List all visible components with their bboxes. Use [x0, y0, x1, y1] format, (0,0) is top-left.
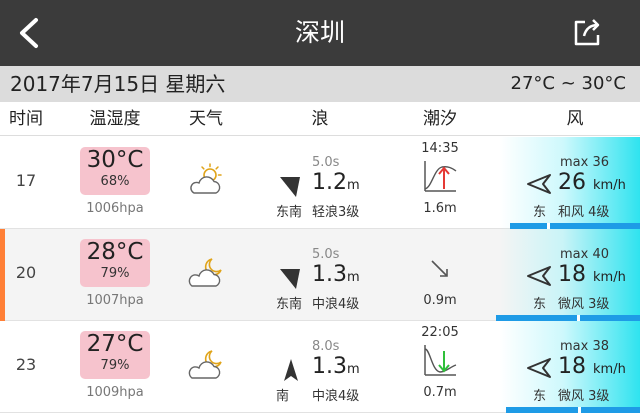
humidity: 68% — [100, 174, 130, 189]
wind-level: 微风 3级 — [558, 389, 610, 404]
wind-direction: 东 — [533, 389, 547, 404]
share-button[interactable] — [570, 16, 604, 50]
wind-level: 和风 4级 — [558, 205, 610, 220]
share-icon — [574, 19, 600, 46]
temp-humidity-badge: 30°C 68% — [80, 147, 150, 195]
wind-speed: 26 km/h — [558, 170, 626, 195]
tide-low-icon — [424, 345, 457, 376]
wave-direction-arrow-icon — [280, 177, 300, 197]
wave-height: 1.3m — [312, 354, 360, 379]
pressure: 1006hpa — [86, 201, 144, 216]
temperature: 28°C — [86, 239, 144, 265]
column-header: 时间 温湿度 天气 浪 潮汐 风 — [0, 102, 640, 136]
temperature: 27°C — [86, 331, 144, 357]
tide-time: 14:35 — [421, 141, 459, 156]
wave-direction-arrow-icon — [284, 359, 298, 381]
tide-time: 22:05 — [421, 325, 459, 340]
wave-period: 8.0s — [312, 339, 340, 354]
wind-level: 微风 3级 — [558, 297, 610, 312]
wave-direction-arrow-icon — [280, 269, 300, 289]
wave-period: 5.0s — [312, 155, 340, 170]
wind-bar — [506, 407, 640, 413]
wave-direction: 东南 — [276, 297, 303, 312]
wind-max: max 36 — [560, 155, 609, 170]
row-time: 23 — [15, 355, 37, 374]
forecast-row[interactable]: 17 30°C 68% 1006hpa 5.0s 1.2m 东南 轻浪3级 14… — [0, 137, 640, 229]
wave-period: 5.0s — [312, 247, 340, 262]
wind-direction-arrow-icon — [527, 174, 551, 194]
back-button[interactable] — [10, 12, 50, 54]
pressure: 1007hpa — [86, 293, 144, 308]
forecast-row[interactable]: 23 27°C 79% 1009hpa 8.0s 1.3m 南 中浪4级 22:… — [0, 321, 640, 413]
tide-height: 1.6m — [423, 201, 457, 216]
wind-direction: 东 — [533, 297, 547, 312]
forecast-row[interactable]: 20 28°C 79% 1007hpa 5.0s 1.3m 东南 中浪4级 0.… — [0, 229, 640, 321]
row-time: 17 — [15, 171, 37, 190]
wind-direction-arrow-icon — [527, 358, 551, 378]
wave-level: 轻浪3级 — [312, 205, 360, 220]
wind-max: max 40 — [560, 247, 609, 262]
sun-behind-cloud-icon — [190, 163, 222, 194]
date-bar: 2017年7月15日 星期六 27°C ~ 30°C — [0, 66, 640, 102]
humidity: 79% — [100, 266, 130, 281]
wind-speed: 18 km/h — [558, 262, 626, 287]
page-title: 深圳 — [294, 18, 345, 47]
column-temp-humidity: 温湿度 — [89, 109, 141, 129]
tide-height: 0.7m — [423, 385, 457, 400]
tide-rising-icon — [424, 161, 457, 192]
temperature-range: 27°C ~ 30°C — [510, 73, 626, 94]
wave-level: 中浪4级 — [312, 389, 360, 404]
column-wind: 风 — [566, 109, 584, 129]
temperature: 30°C — [86, 147, 144, 173]
row-time: 20 — [15, 263, 37, 282]
wind-bar-divider — [578, 407, 581, 413]
wave-level: 中浪4级 — [312, 297, 360, 312]
wave-direction: 南 — [276, 389, 290, 404]
temp-humidity-badge: 28°C 79% — [80, 239, 150, 287]
humidity: 79% — [100, 358, 130, 373]
moon-behind-cloud-icon — [188, 350, 222, 379]
wind-speed: 18 km/h — [558, 354, 626, 379]
wave-direction: 东南 — [276, 205, 303, 220]
column-wave: 浪 — [311, 109, 329, 129]
temp-humidity-badge: 27°C 79% — [80, 331, 150, 379]
pressure: 1009hpa — [86, 385, 144, 400]
tide-height: 0.9m — [423, 293, 457, 308]
column-tide: 潮汐 — [423, 109, 457, 129]
top-bar: 深圳 — [0, 0, 640, 66]
tide-falling-arrow-icon — [431, 260, 448, 277]
chevron-left-icon — [20, 18, 38, 48]
wind-direction-arrow-icon — [527, 266, 551, 286]
forecast-date: 2017年7月15日 星期六 — [10, 72, 226, 96]
wave-height: 1.2m — [312, 170, 360, 195]
wind-direction: 东 — [533, 205, 547, 220]
wave-height: 1.3m — [312, 262, 360, 287]
column-weather: 天气 — [189, 109, 223, 129]
column-time: 时间 — [9, 109, 43, 129]
moon-behind-cloud-icon — [188, 258, 222, 287]
wind-max: max 38 — [560, 339, 609, 354]
